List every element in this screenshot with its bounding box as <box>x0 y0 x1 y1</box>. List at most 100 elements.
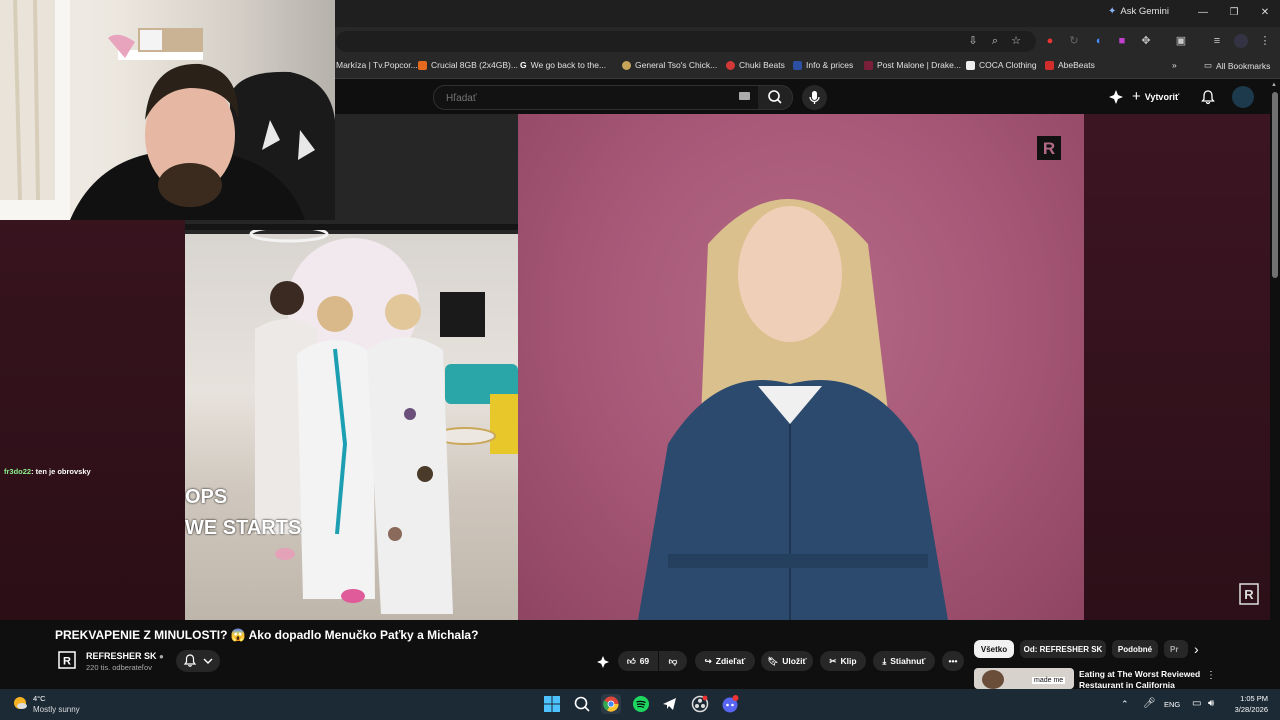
recommended-menu-icon[interactable]: ⋮ <box>1206 670 1216 681</box>
share-arrow-icon: ↪ <box>704 655 712 666</box>
browser-menu-icon[interactable]: ⋮ <box>1258 34 1272 48</box>
recommended-thumbnail: made me <box>974 668 1074 689</box>
ask-gemini-button[interactable]: ✦ Ask Gemini <box>1108 6 1169 17</box>
channel-avatar[interactable]: R <box>58 651 76 669</box>
bookmark-item[interactable]: COCA Clothing <box>966 60 1037 70</box>
bookmark-label: COCA Clothing <box>979 60 1037 70</box>
share-label: Zdieľať <box>715 656 746 666</box>
chips-next-chevron-icon[interactable]: › <box>1194 641 1199 657</box>
extension-gray-icon[interactable]: ↻ <box>1067 34 1081 48</box>
more-actions-button[interactable]: ••• <box>942 651 964 671</box>
download-icon: ⤓ <box>882 655 887 666</box>
chip-related[interactable]: Podobné <box>1112 640 1158 658</box>
extension-audio-icon[interactable]: ◖ <box>1091 34 1105 48</box>
tray-overflow-chevron-icon[interactable]: ⌃ <box>1121 699 1129 710</box>
clip-button[interactable]: ✂ Klip <box>820 651 866 671</box>
weather-sun-icon[interactable] <box>12 695 28 711</box>
bookmark-favicon-icon <box>966 60 975 70</box>
bookmark-item[interactable]: Chuki Beats <box>726 60 785 70</box>
telegram-icon[interactable] <box>660 694 680 714</box>
all-bookmarks-button[interactable]: ▭ All Bookmarks <box>1204 60 1270 71</box>
media-control-icon[interactable]: ≡ <box>1210 34 1224 48</box>
address-bar[interactable] <box>336 31 1036 52</box>
voice-search-button[interactable] <box>802 85 827 110</box>
chip-all[interactable]: Všetko <box>974 640 1014 658</box>
bookmark-item[interactable]: Info & prices <box>793 60 853 70</box>
photo-caption-line-2: WE STARTS <box>185 517 302 539</box>
chip-partial[interactable]: Pr <box>1164 640 1188 658</box>
save-button[interactable]: 🔖︎ Uložiť <box>761 651 813 671</box>
scrollbar-thumb[interactable] <box>1272 92 1278 278</box>
bookmark-item[interactable]: G We go back to the... <box>520 60 606 70</box>
recommended-video[interactable]: made me Eating at The Worst Reviewed Res… <box>974 668 1216 690</box>
create-button[interactable]: + Vytvoriť <box>1132 88 1179 105</box>
search-box[interactable] <box>433 85 760 110</box>
windows-start-icon[interactable] <box>542 694 562 714</box>
bookmark-item[interactable]: Post Malone | Drake... <box>864 60 961 70</box>
search-button[interactable] <box>758 85 793 110</box>
clip-label: Klip <box>840 656 857 666</box>
channel-name[interactable]: REFRESHER SK ● <box>86 651 164 661</box>
extensions-puzzle-icon[interactable]: ✥ <box>1139 34 1153 48</box>
svg-text:R: R <box>63 656 71 668</box>
recommended-title-line-1: Eating at The Worst Reviewed <box>1079 669 1201 679</box>
bookmark-label: Markíza | Tv.Popcor... <box>336 60 418 70</box>
bookmark-item[interactable]: General Tso's Chick... <box>622 60 717 70</box>
chip-label: Od: REFRESHER SK <box>1023 644 1103 654</box>
ask-ai-sparkle-icon[interactable] <box>596 655 610 669</box>
plus-icon: + <box>1132 88 1141 105</box>
obs-icon[interactable] <box>690 694 710 714</box>
presenter-illustration <box>638 199 948 620</box>
extension-red-icon[interactable]: ● <box>1043 34 1057 48</box>
input-language[interactable]: ENG <box>1164 700 1180 709</box>
refresher-watermark-icon[interactable]: R <box>1239 583 1259 605</box>
more-dots-icon: ••• <box>948 656 958 666</box>
tray-microphone-icon[interactable]: 🎤︎ <box>1143 698 1156 709</box>
clock-time[interactable]: 1:05 PM <box>1238 694 1268 703</box>
create-label: Vytvoriť <box>1144 91 1180 102</box>
minimize-button[interactable]: — <box>1188 4 1218 22</box>
bookmark-label: General Tso's Chick... <box>635 60 718 70</box>
more-bookmarks-chevron-icon[interactable]: » <box>1172 60 1177 70</box>
spotify-icon[interactable] <box>631 694 651 714</box>
share-button[interactable]: ↪ Zdieľať <box>695 651 755 671</box>
chip-label: Podobné <box>1117 644 1153 654</box>
notifications-bell-icon[interactable] <box>1200 89 1216 105</box>
close-window-button[interactable]: ✕ <box>1250 4 1280 22</box>
bookmark-star-icon[interactable]: ☆ <box>1009 34 1023 48</box>
taskbar-search-icon[interactable] <box>572 694 592 714</box>
bookmark-label: AbeBeats <box>1058 60 1095 70</box>
side-panel-icon[interactable]: ▣ <box>1174 34 1188 48</box>
microphone-icon <box>809 91 820 104</box>
keyboard-icon[interactable] <box>739 92 750 100</box>
chrome-icon[interactable] <box>601 694 621 714</box>
gemini-sparkle-icon[interactable] <box>1108 89 1124 105</box>
install-app-icon[interactable]: ⇩ <box>966 34 980 48</box>
weather-description[interactable]: Mostly sunny <box>33 705 80 714</box>
bookmark-item[interactable]: AbeBeats <box>1045 60 1095 70</box>
zoom-icon[interactable]: ⌕ <box>988 34 1002 48</box>
chip-from-channel[interactable]: Od: REFRESHER SK <box>1020 640 1106 658</box>
extension-purple-icon[interactable]: ■ <box>1115 34 1129 48</box>
chip-label: Pr <box>1170 644 1179 654</box>
search-input[interactable] <box>444 90 728 106</box>
like-button[interactable]: 👍︎ 69 <box>618 651 658 671</box>
bookmark-label: Info & prices <box>806 60 854 70</box>
bookmark-item[interactable]: Crucial 8GB (2x4GB)... <box>418 60 518 70</box>
photo-caption: OPS WE STARTS <box>185 482 301 544</box>
download-button[interactable]: ⤓ Stiahnuť <box>873 651 935 671</box>
dislike-button[interactable]: 👎︎ <box>659 651 687 671</box>
folder-icon: ▭ <box>1204 60 1213 70</box>
subscribed-notifications-button[interactable] <box>176 650 220 672</box>
discord-icon[interactable] <box>720 694 740 714</box>
user-avatar[interactable] <box>1232 86 1254 108</box>
weather-temperature[interactable]: 4°C <box>33 694 46 703</box>
bookmark-item[interactable]: Markíza | Tv.Popcor... <box>336 60 418 70</box>
scroll-up-arrow-icon[interactable]: ▲ <box>1271 82 1277 88</box>
network-icon[interactable]: ▭ <box>1192 698 1201 709</box>
chip-label: Všetko <box>980 644 1008 654</box>
volume-icon[interactable]: 🔊︎ <box>1208 698 1214 709</box>
clock-date[interactable]: 3/28/2026 <box>1226 705 1268 714</box>
restore-button[interactable]: ❐ <box>1219 4 1249 22</box>
profile-avatar-icon[interactable] <box>1234 34 1248 48</box>
